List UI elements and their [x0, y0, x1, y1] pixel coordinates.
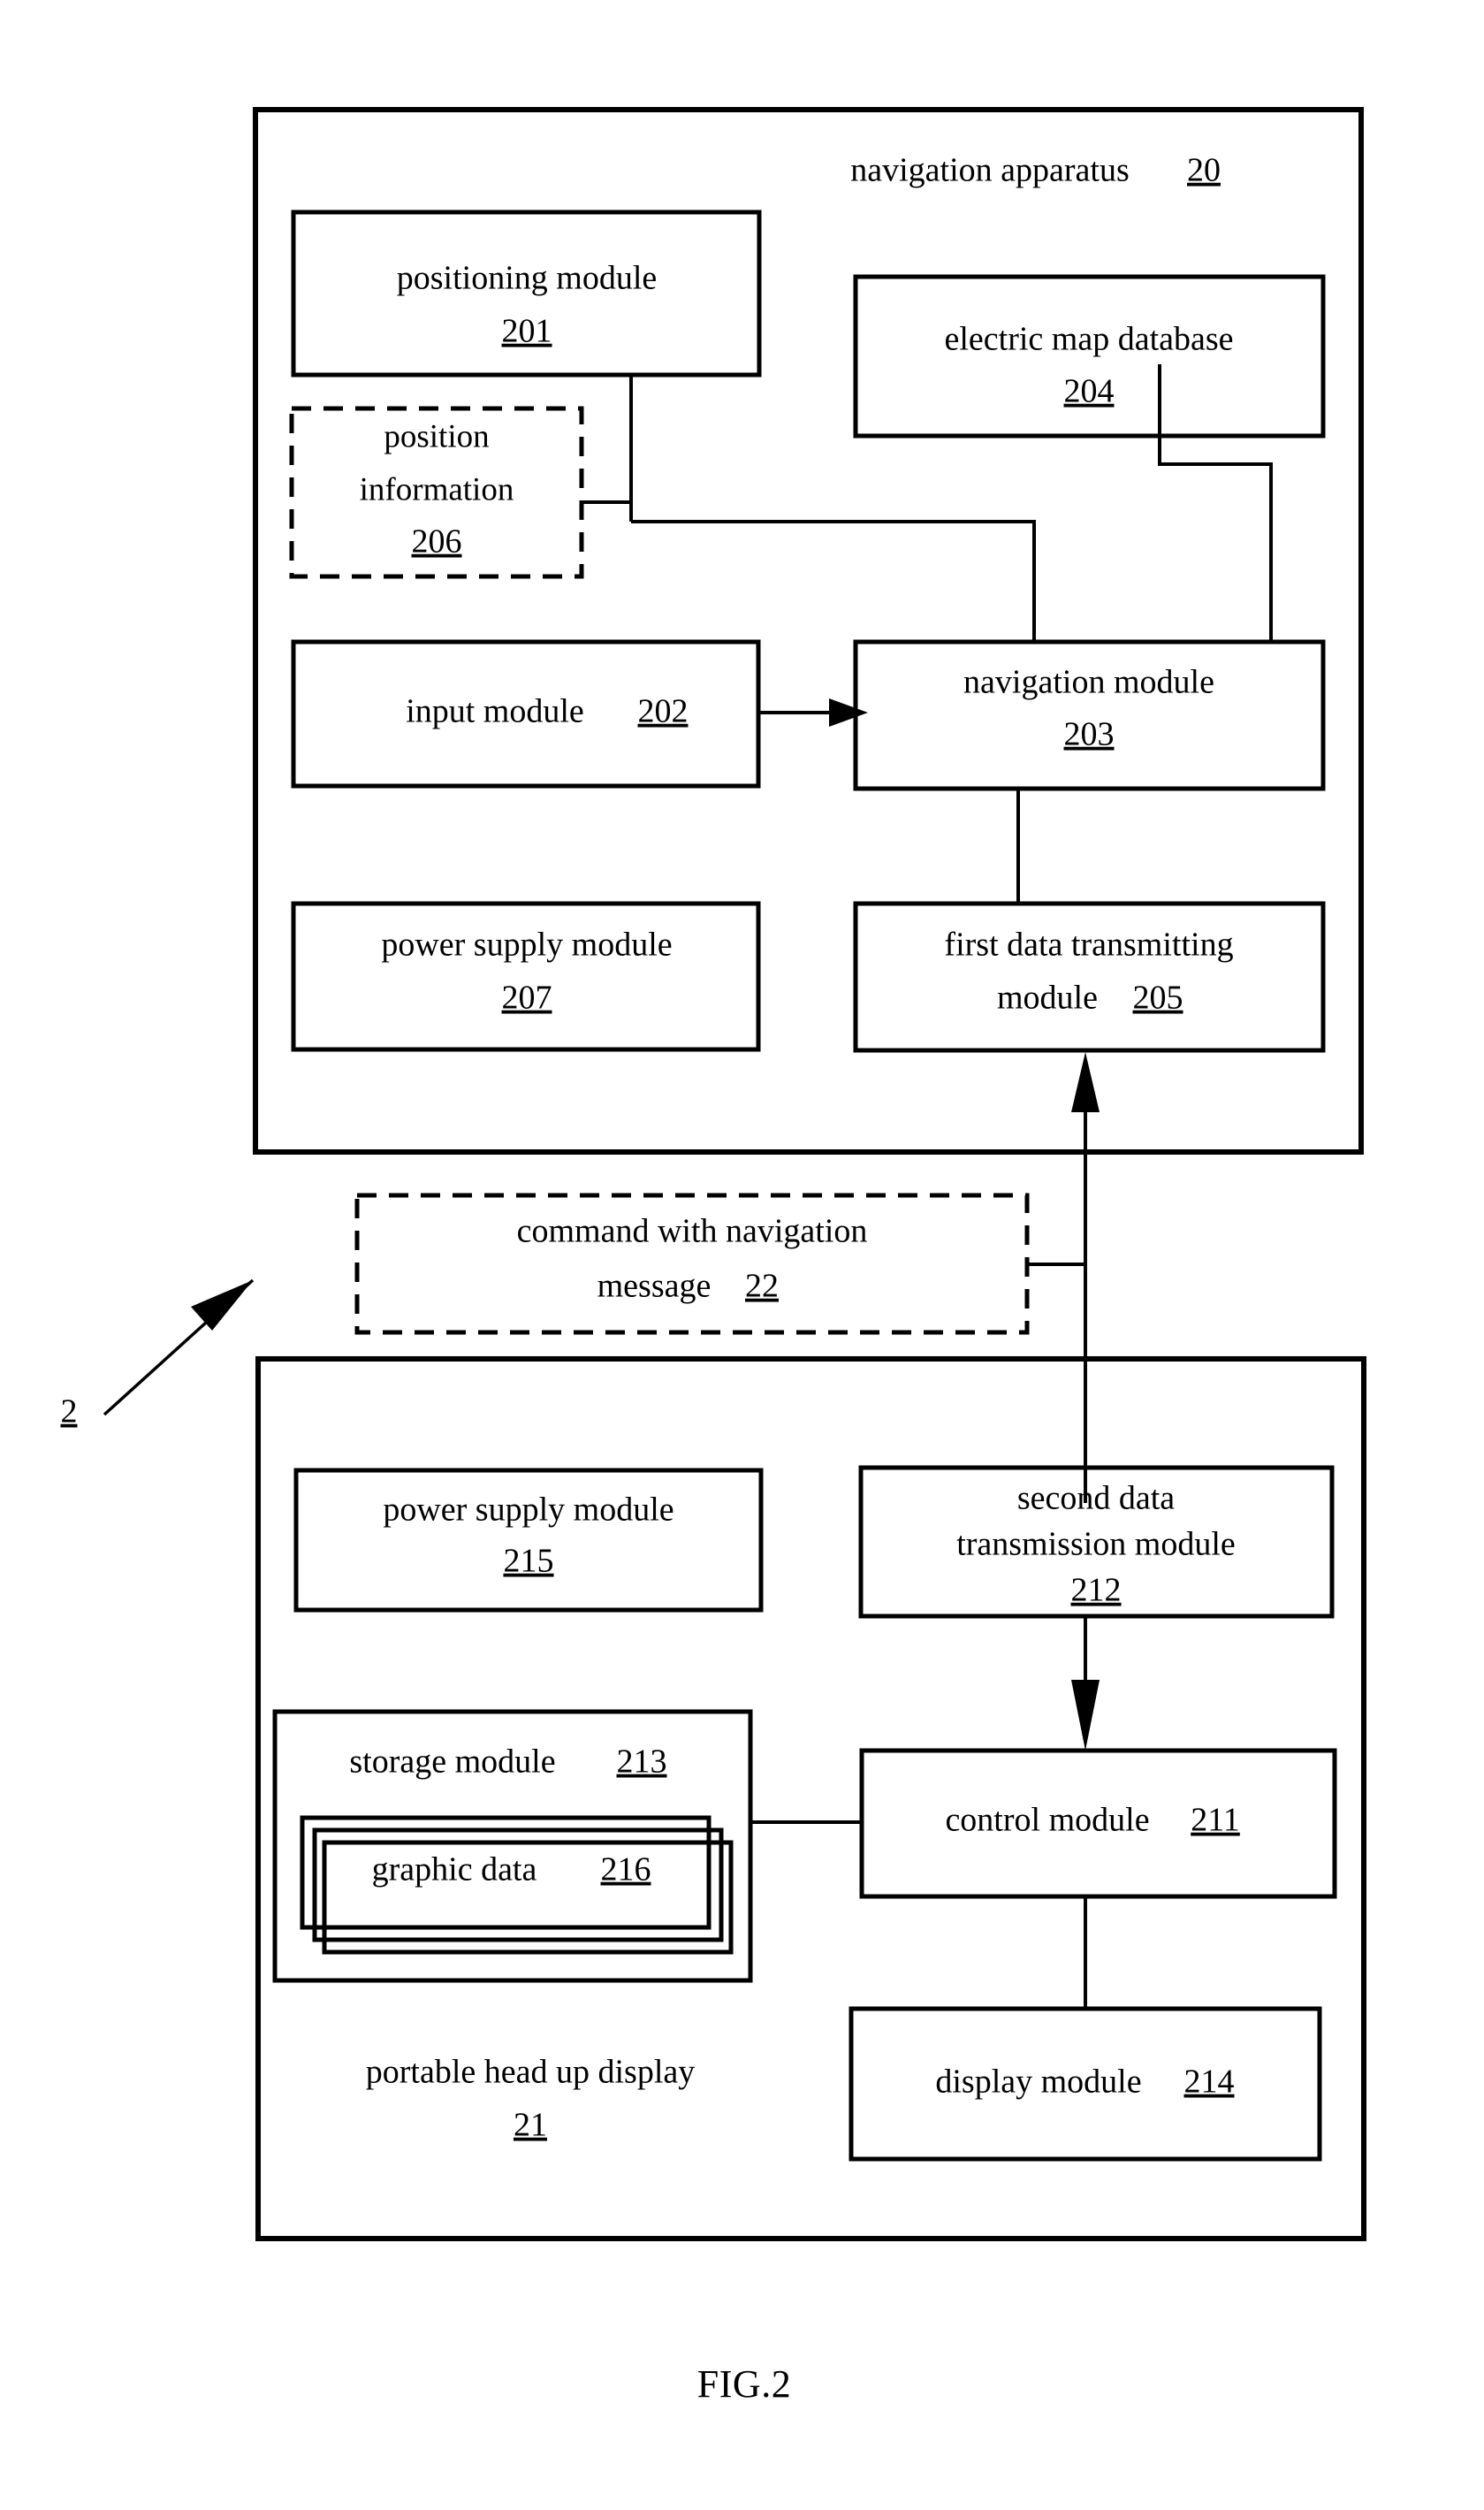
graphic-data-ref: 216 — [601, 1851, 651, 1888]
portable-hud-ref: 21 — [514, 2107, 547, 2144]
input-module-label: input module — [406, 693, 584, 730]
power-supply-module-207-ref: 207 — [502, 980, 552, 1017]
connector-map-db-to-navigation — [1158, 364, 1273, 642]
power-supply-module-215-ref: 215 — [504, 1543, 554, 1580]
block-storage-module: storage module 213 graphic data 216 — [272, 1709, 753, 1983]
connector-bus-to-navigation — [631, 520, 1036, 642]
figure-caption: FIG.2 — [697, 2362, 791, 2406]
navigation-apparatus-ref: 20 — [1187, 152, 1221, 189]
block-navigation-module: navigation module 203 — [853, 639, 1326, 791]
navigation-module-label: navigation module — [963, 664, 1214, 701]
arrowhead-system-reference — [191, 1280, 253, 1331]
input-module-ref: 202 — [638, 693, 689, 730]
first-data-transmitting-module-ref: 205 — [1133, 980, 1183, 1017]
second-data-transmission-label-line2: transmission module — [956, 1526, 1236, 1563]
arrowhead-to-control-module — [1071, 1680, 1100, 1751]
block-control-module: control module 211 — [859, 1748, 1337, 1899]
graphic-data-label: graphic data — [372, 1851, 537, 1888]
system-reference-label: 2 — [61, 1393, 78, 1430]
command-message-label-line1: command with navigation — [517, 1213, 868, 1250]
block-command-with-navigation-message: command with navigation message 22 — [354, 1193, 1030, 1335]
first-data-transmitting-module-label-line2: module — [997, 980, 1098, 1017]
portable-hud-title: portable head up display — [366, 2054, 696, 2091]
block-position-information: position information 206 — [289, 406, 584, 579]
inter-apparatus-link — [1027, 1052, 1100, 1503]
control-module-label: control module — [945, 1802, 1149, 1839]
display-module-ref: 214 — [1184, 2064, 1235, 2101]
graphic-data-stack: graphic data 216 — [300, 1815, 734, 1955]
position-information-label-line1: position — [384, 418, 489, 454]
positioning-module-label: positioning module — [397, 260, 658, 297]
second-data-transmission-ref: 212 — [1071, 1572, 1122, 1609]
block-electric-map-database: electric map database 204 — [853, 274, 1326, 439]
positioning-module-ref: 201 — [502, 313, 552, 350]
arrowhead-input-to-navigation — [829, 698, 868, 727]
position-information-label-line2: information — [360, 471, 514, 507]
system-reference-callout: 2 — [61, 1278, 255, 1430]
block-positioning-module: positioning module 201 — [291, 210, 762, 378]
electric-map-database-label: electric map database — [944, 321, 1233, 358]
power-supply-module-207-label: power supply module — [381, 927, 672, 964]
second-data-transmission-label-line1: second data — [1017, 1480, 1175, 1517]
navigation-apparatus-connectors — [582, 364, 1273, 904]
arrowhead-to-first-data-tx — [1071, 1052, 1100, 1112]
electric-map-database-ref: 204 — [1064, 373, 1115, 410]
storage-module-label: storage module — [349, 1743, 555, 1781]
block-power-supply-module-215: power supply module 215 — [293, 1468, 764, 1613]
block-second-data-transmission-module: second data transmission module 212 — [858, 1465, 1335, 1619]
command-message-label-line2: message — [597, 1268, 712, 1305]
patent-figure: navigation apparatus 20 positioning modu… — [0, 0, 1484, 2510]
storage-module-ref: 213 — [617, 1743, 667, 1781]
block-first-data-transmitting-module: first data transmitting module 205 — [853, 901, 1326, 1053]
position-information-ref: 206 — [412, 523, 462, 561]
command-message-ref: 22 — [745, 1268, 779, 1305]
block-display-module: display module 214 — [849, 2006, 1322, 2162]
power-supply-module-215-label: power supply module — [383, 1492, 674, 1529]
navigation-apparatus-title: navigation apparatus — [850, 152, 1130, 189]
control-module-ref: 211 — [1191, 1802, 1240, 1839]
first-data-transmitting-module-label-line1: first data transmitting — [944, 927, 1233, 964]
block-power-supply-module-207: power supply module 207 — [291, 901, 761, 1052]
display-module-label: display module — [935, 2064, 1141, 2101]
navigation-module-ref: 203 — [1064, 716, 1115, 753]
block-input-module: input module 202 — [291, 639, 761, 789]
